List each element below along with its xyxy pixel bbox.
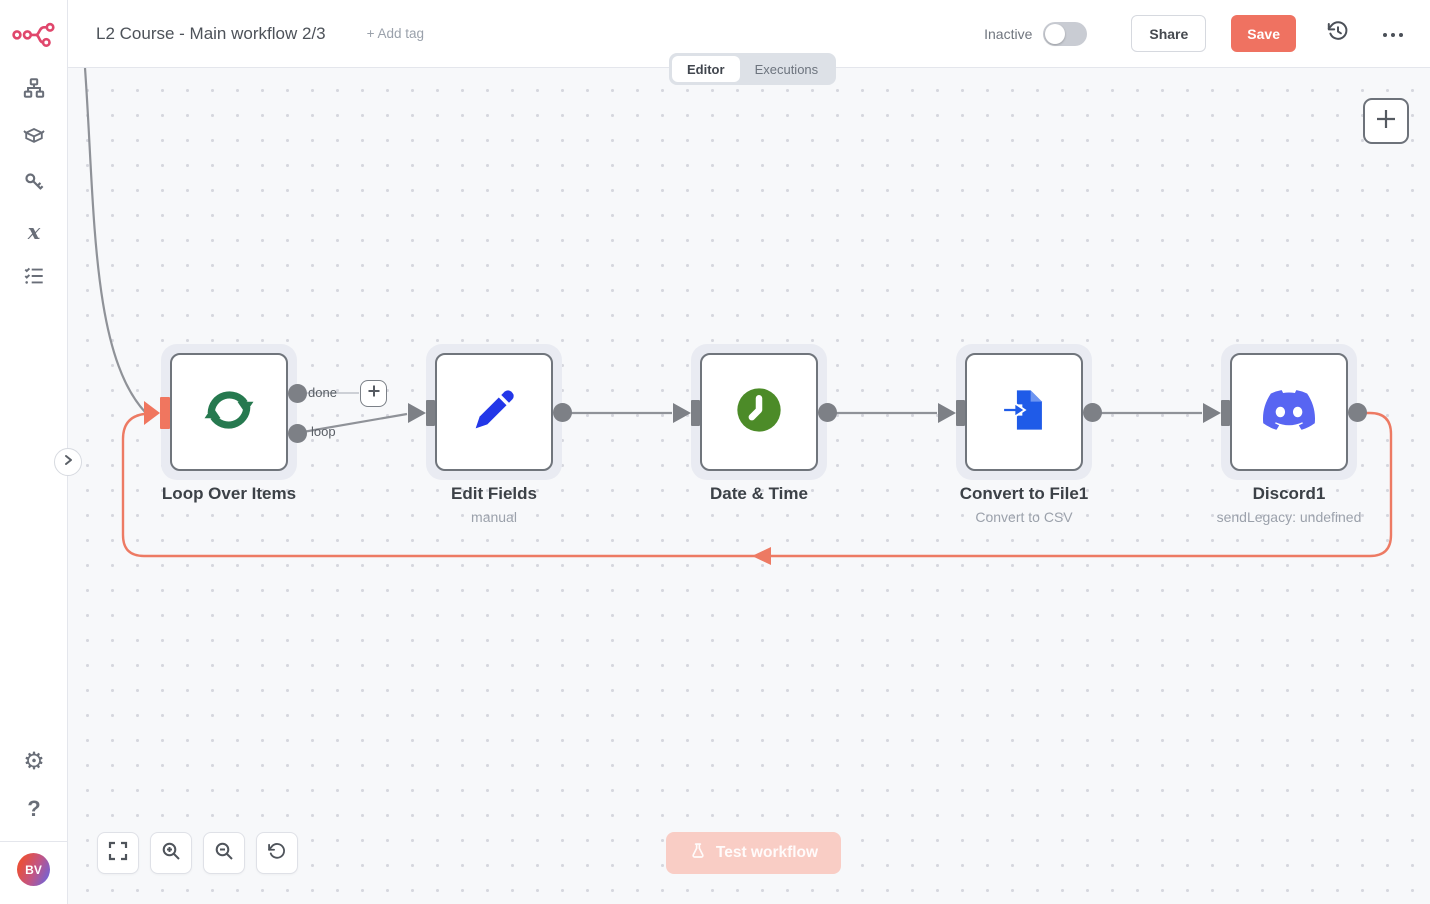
node-box (700, 353, 818, 471)
input-arrowhead (673, 403, 691, 423)
node-label-edit-fields: Edit Fields manual (374, 484, 614, 525)
zoom-to-fit-button[interactable] (97, 832, 139, 874)
loop-icon (203, 384, 255, 441)
sidebar-item-help[interactable]: ? (0, 791, 68, 827)
input-arrowhead (144, 401, 160, 425)
input-port[interactable] (691, 400, 700, 426)
output-port[interactable] (553, 403, 572, 422)
zoom-in-icon (161, 841, 181, 866)
node-date-time[interactable] (691, 344, 827, 480)
node-edit-fields[interactable] (426, 344, 562, 480)
key-icon (23, 171, 45, 198)
tab-editor[interactable]: Editor (672, 56, 740, 82)
tab-executions[interactable]: Executions (740, 56, 834, 82)
sidebar-item-variables[interactable]: x (0, 213, 68, 249)
input-port[interactable] (956, 400, 965, 426)
output-label-done: done (308, 385, 337, 400)
test-workflow-button[interactable]: Test workflow (666, 832, 841, 874)
discord-icon (1263, 384, 1315, 441)
sidebar-divider (0, 841, 67, 842)
variables-x-icon: x (28, 219, 41, 244)
sidebar-item-workflows[interactable] (0, 72, 68, 108)
zoom-in-button[interactable] (150, 832, 192, 874)
add-node-after-done-button[interactable] (360, 380, 387, 407)
connection-incoming-to-loop[interactable] (85, 68, 145, 412)
chevron-right-icon (63, 453, 73, 471)
gear-icon: ⚙ (23, 750, 45, 774)
pencil-icon (469, 385, 519, 440)
input-arrowhead (938, 403, 956, 423)
node-label-loop-over-items: Loop Over Items (109, 484, 349, 504)
history-icon (1326, 19, 1350, 48)
output-port[interactable] (1083, 403, 1102, 422)
input-port[interactable] (160, 397, 170, 429)
user-avatar[interactable]: BV (17, 853, 50, 886)
input-port[interactable] (426, 400, 435, 426)
reset-zoom-button[interactable] (256, 832, 298, 874)
node-box (965, 353, 1083, 471)
help-icon: ? (27, 796, 40, 822)
node-box (170, 353, 288, 471)
node-convert-to-file[interactable] (956, 344, 1092, 480)
active-status-label: Inactive (984, 26, 1032, 42)
expand-sidebar-button[interactable] (54, 448, 82, 476)
plus-icon (367, 384, 381, 403)
node-label-date-time: Date & Time (639, 484, 879, 504)
ellipsis-icon (1382, 25, 1404, 43)
sidebar-item-settings[interactable]: ⚙ (0, 744, 68, 780)
input-arrowhead (1203, 403, 1221, 423)
checklist-icon (23, 265, 45, 292)
n8n-logo[interactable] (11, 16, 57, 50)
canvas-zoom-controls (97, 832, 298, 874)
input-arrowhead (408, 403, 426, 423)
output-port[interactable] (1348, 403, 1367, 422)
output-port[interactable] (818, 403, 837, 422)
workflow-title[interactable]: L2 Course - Main workflow 2/3 (96, 24, 326, 44)
add-node-button[interactable] (1363, 98, 1409, 144)
node-label-discord: Discord1 sendLegacy: undefined (1169, 484, 1409, 525)
test-workflow-label: Test workflow (716, 844, 818, 862)
workflows-sitemap-icon (23, 77, 45, 104)
node-discord[interactable] (1221, 344, 1357, 480)
zoom-out-icon (214, 841, 234, 866)
clock-icon (733, 384, 785, 441)
sidebar-item-templates[interactable] (0, 119, 68, 155)
toggle-knob (1045, 24, 1065, 44)
workflow-canvas[interactable]: Loop Over Items Edit Fields manual Date … (68, 68, 1430, 904)
workflow-history-button[interactable] (1325, 21, 1351, 47)
node-box (1230, 353, 1348, 471)
active-toggle[interactable] (1043, 22, 1087, 46)
node-label-convert-to-file: Convert to File1 Convert to CSV (904, 484, 1144, 525)
templates-box-icon (23, 124, 45, 151)
node-loop-over-items[interactable] (161, 344, 297, 480)
add-tag-button[interactable]: + Add tag (367, 26, 424, 41)
save-button[interactable]: Save (1231, 15, 1296, 52)
output-port-loop[interactable] (288, 424, 307, 443)
output-label-loop: loop (311, 424, 336, 439)
node-box (435, 353, 553, 471)
loopback-arrowhead (752, 547, 771, 565)
share-button[interactable]: Share (1131, 15, 1206, 52)
fit-view-icon (108, 841, 128, 866)
sidebar-item-credentials[interactable] (0, 166, 68, 202)
zoom-out-button[interactable] (203, 832, 245, 874)
sidebar-item-executions[interactable] (0, 260, 68, 296)
plus-icon (1375, 108, 1397, 135)
editor-executions-tabs: Editor Executions (669, 53, 836, 85)
flask-icon (689, 842, 707, 865)
reset-zoom-icon (267, 841, 287, 866)
more-options-button[interactable] (1380, 21, 1406, 47)
file-import-icon (999, 385, 1049, 440)
input-port[interactable] (1221, 400, 1230, 426)
output-port-done[interactable] (288, 384, 307, 403)
